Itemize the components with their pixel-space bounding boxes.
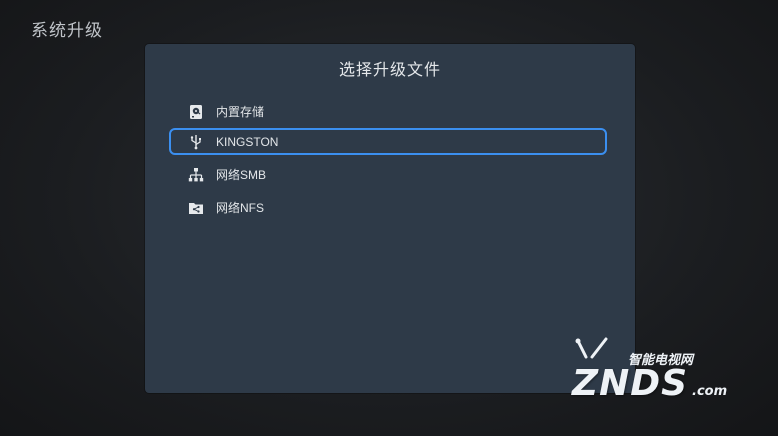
watermark-main-text: ZNDS	[572, 363, 689, 404]
usb-icon	[188, 134, 204, 150]
source-item-network-smb[interactable]: 网络SMB	[169, 161, 607, 188]
source-item-label: 内置存储	[216, 105, 265, 119]
source-item-kingston[interactable]: KINGSTON	[169, 128, 607, 155]
network-icon	[188, 167, 204, 183]
page-title: 系统升级	[31, 21, 103, 41]
shared-folder-icon	[188, 200, 204, 216]
source-item-label: 网络NFS	[216, 201, 265, 215]
dialog-title: 选择升级文件	[338, 60, 441, 79]
source-item-label: 网络SMB	[216, 168, 267, 182]
hard-drive-icon	[188, 104, 204, 120]
source-item-internal-storage[interactable]: 内置存储	[169, 98, 607, 125]
source-item-label: KINGSTON	[216, 134, 279, 149]
select-upgrade-file-dialog: 选择升级文件 内置存储 KINGSTON 网络SMB 网络NFS	[145, 44, 635, 393]
screen: 系统升级 选择升级文件 内置存储 KINGSTON 网络SMB 网络NFS 智能…	[0, 0, 778, 436]
source-item-network-nfs[interactable]: 网络NFS	[169, 194, 607, 221]
watermark-suffix: .com	[692, 384, 728, 399]
znds-watermark-logo: 智能电视网 ZNDS .com	[566, 335, 746, 405]
